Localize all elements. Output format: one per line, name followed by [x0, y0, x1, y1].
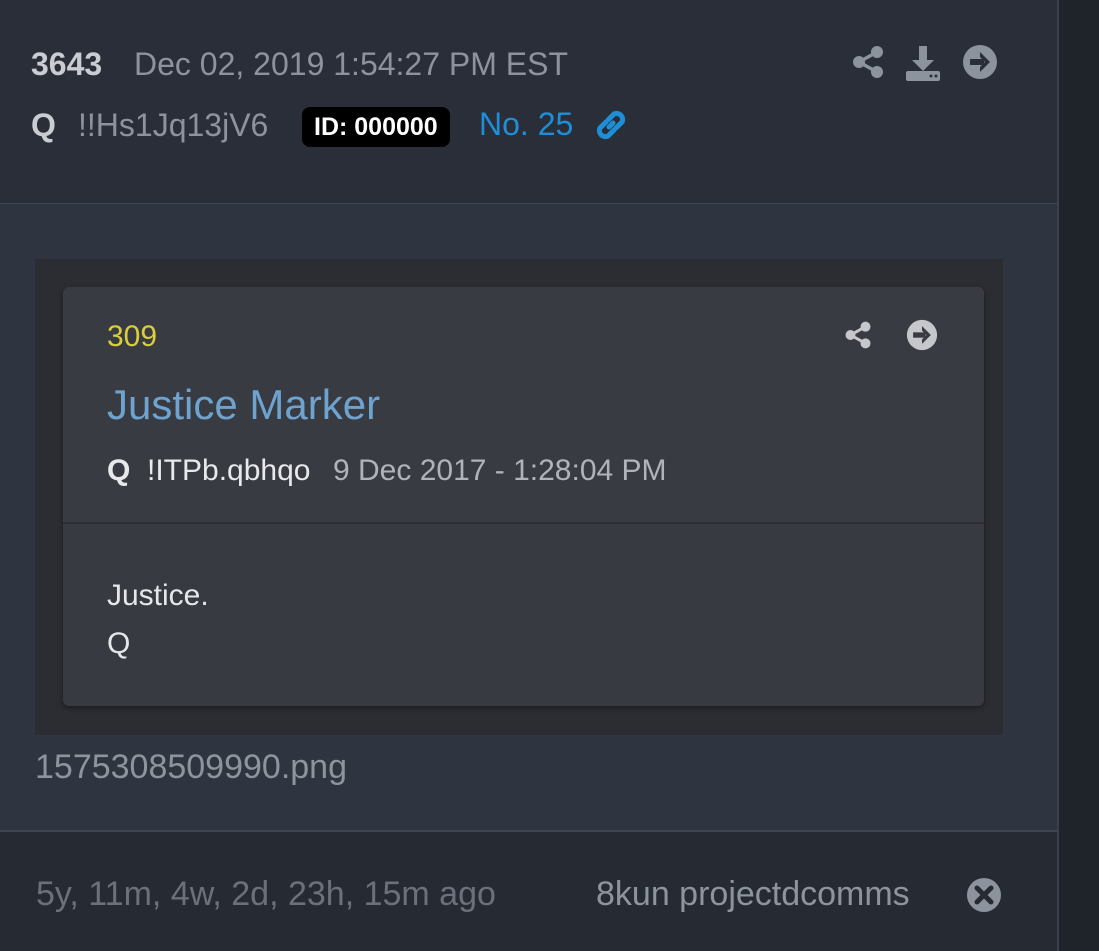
post-date: Dec 02, 2019 1:54:27 PM EST [134, 46, 569, 82]
post-number: 3643 [31, 46, 103, 82]
arrow-right-circle-icon [906, 319, 938, 351]
share-icon [845, 321, 871, 349]
arrow-right-circle-icon[interactable] [962, 44, 998, 80]
share-icon[interactable] [850, 44, 886, 80]
embedded-post-date: 9 Dec 2017 - 1:28:04 PM [333, 454, 667, 487]
relative-time: 5y, 11m, 4w, 2d, 23h, 15m ago [36, 875, 496, 913]
scrollbar-track[interactable] [1059, 0, 1099, 951]
embedded-post-number: 309 [107, 320, 158, 353]
source-label: 8kun projectdcomms [596, 875, 910, 913]
post-author: Q [31, 107, 56, 143]
embedded-post-text: Justice. Q [107, 572, 209, 668]
attachment-filename[interactable]: 1575308509990.png [35, 748, 347, 787]
post-header [0, 0, 1057, 204]
link-icon[interactable] [592, 106, 630, 144]
embedded-text-line: Q [107, 627, 131, 660]
download-icon[interactable] [904, 44, 942, 82]
embedded-post-card: 309 Justice Marker Q !ITPb.qbhqo 9 Dec 2… [63, 287, 984, 706]
embedded-divider [63, 522, 984, 524]
close-icon[interactable] [966, 877, 1002, 913]
embedded-post-tripcode: !ITPb.qbhqo [147, 454, 311, 487]
id-badge: ID: 000000 [302, 107, 450, 147]
post-tripcode: !!Hs1Jq13jV6 [78, 107, 269, 143]
embedded-text-line: Justice. [107, 579, 209, 612]
post-card: 3643 Dec 02, 2019 1:54:27 PM EST Q !!Hs1… [0, 0, 1059, 951]
embedded-post-author: Q [107, 454, 131, 487]
post-number-link[interactable]: No. 25 [479, 106, 573, 143]
embedded-post-title: Justice Marker [107, 381, 381, 428]
